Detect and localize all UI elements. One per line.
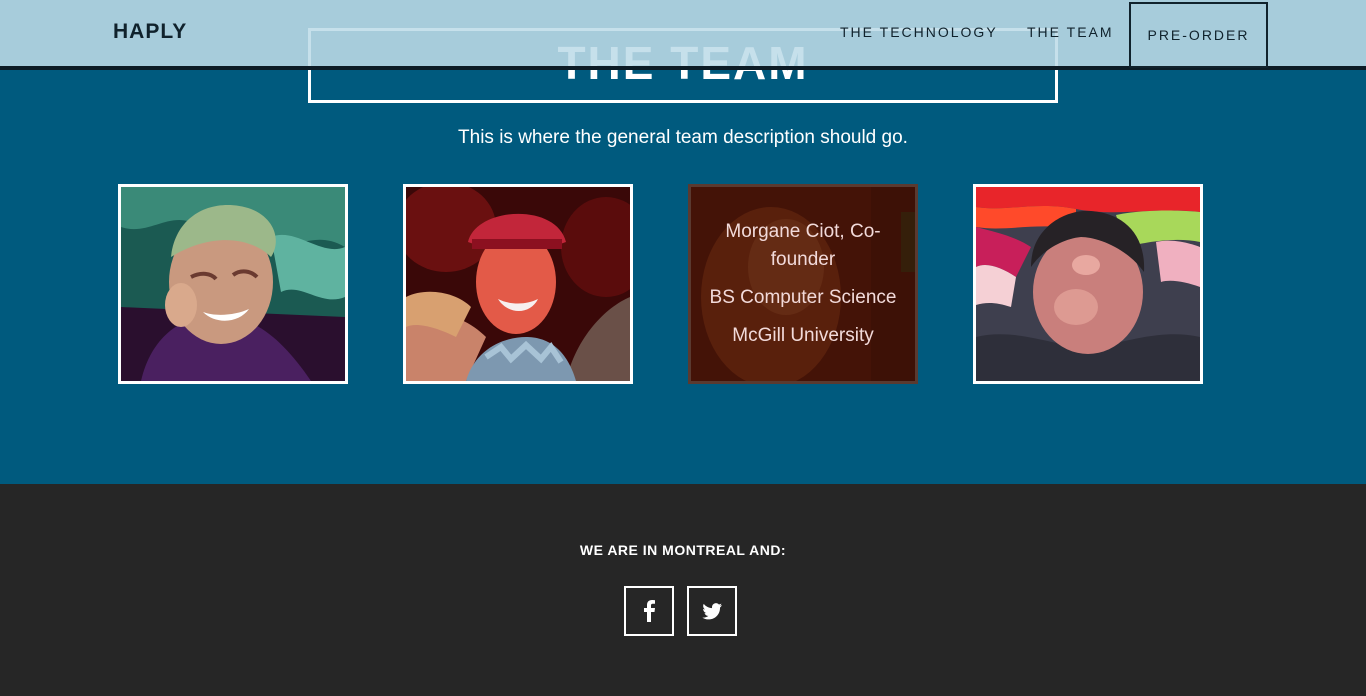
twitter-button[interactable]	[687, 586, 737, 636]
brand-logo[interactable]: HAPLY	[113, 20, 187, 44]
team-member-card-4[interactable]	[973, 184, 1203, 384]
team-member-info-overlay: Morgane Ciot, Co-founder BS Computer Sci…	[691, 187, 915, 381]
team-member-card-1[interactable]	[118, 184, 348, 384]
team-section: THE TEAM This is where the general team …	[0, 0, 1366, 484]
nav-link-technology[interactable]: THE TECHNOLOGY	[840, 24, 998, 40]
twitter-icon	[702, 602, 722, 619]
team-member-photo-2	[406, 187, 630, 381]
team-member-photo-4	[976, 187, 1200, 381]
team-member-name: Morgane Ciot, Co-founder	[725, 221, 881, 270]
nav-link-team[interactable]: THE TEAM	[1027, 24, 1114, 40]
team-description: This is where the general team descripti…	[458, 127, 908, 148]
team-member-card-3[interactable]: Morgane Ciot, Co-founder BS Computer Sci…	[688, 184, 918, 384]
pre-order-button[interactable]: PRE-ORDER	[1129, 2, 1268, 68]
team-member-photo-1	[121, 187, 345, 381]
facebook-icon	[644, 600, 655, 622]
footer-heading: WE ARE IN MONTREAL AND:	[579, 542, 787, 558]
team-member-card-2[interactable]	[403, 184, 633, 384]
top-navbar: HAPLY THE TECHNOLOGY THE TEAM PRE-ORDER	[0, 0, 1366, 70]
team-member-degree: BS Computer Science	[709, 287, 897, 308]
team-member-school: McGill University	[732, 325, 874, 346]
facebook-button[interactable]	[624, 586, 674, 636]
